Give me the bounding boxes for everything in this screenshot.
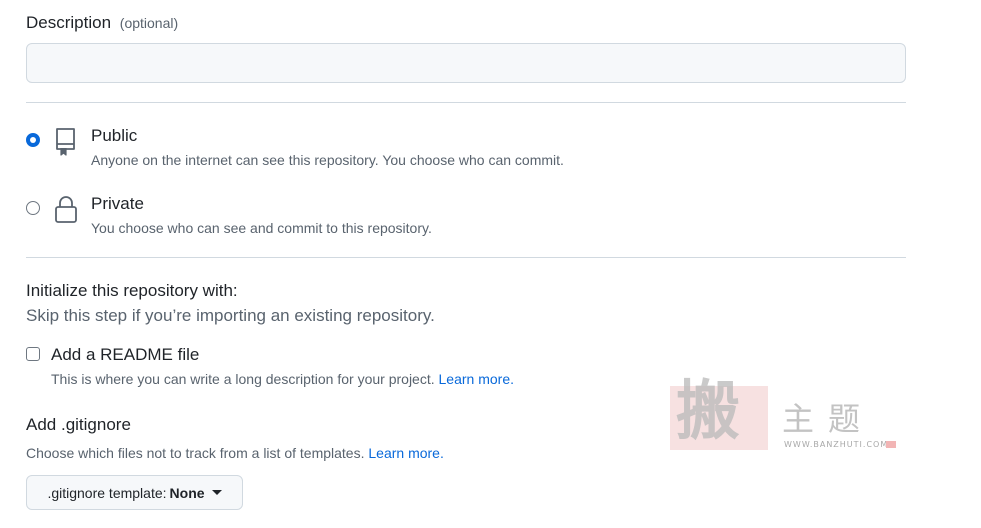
- description-label-text: Description: [26, 13, 112, 32]
- description-label: Description (optional): [26, 13, 178, 33]
- repo-icon: [53, 126, 79, 156]
- public-radio[interactable]: [26, 133, 40, 147]
- readme-learn-more-link[interactable]: Learn more.: [439, 371, 514, 387]
- gitignore-description-text: Choose which files not to track from a l…: [26, 445, 365, 461]
- watermark-glyph: 搬: [676, 374, 740, 449]
- initialize-subtitle: Skip this step if you’re importing an ex…: [26, 306, 435, 325]
- private-title: Private: [91, 194, 144, 213]
- readme-checkbox[interactable]: [26, 347, 40, 361]
- divider-middle: [26, 257, 906, 258]
- divider-top: [26, 102, 906, 103]
- public-description: Anyone on the internet can see this repo…: [91, 152, 564, 168]
- caret-down-icon: [211, 490, 222, 495]
- readme-description: This is where you can write a long descr…: [51, 371, 514, 387]
- description-optional-hint: (optional): [119, 15, 179, 31]
- private-radio[interactable]: [26, 201, 40, 215]
- readme-description-text: This is where you can write a long descr…: [51, 371, 435, 387]
- watermark-text: 主题: [782, 400, 875, 438]
- lock-icon: [53, 194, 79, 224]
- public-title: Public: [91, 126, 138, 145]
- gitignore-description: Choose which files not to track from a l…: [26, 445, 444, 461]
- watermark-url: WWW.BANZHUTI.COM: [784, 440, 889, 449]
- gitignore-select-value: None: [169, 484, 205, 501]
- gitignore-template-select[interactable]: .gitignore template: None: [26, 475, 243, 510]
- initialize-title: Initialize this repository with:: [26, 281, 238, 300]
- gitignore-learn-more-link[interactable]: Learn more.: [368, 445, 443, 461]
- gitignore-title: Add .gitignore: [26, 415, 131, 434]
- description-input[interactable]: [26, 43, 906, 83]
- gitignore-select-label: .gitignore template:: [47, 484, 167, 501]
- readme-label: Add a README file: [51, 345, 200, 364]
- private-description: You choose who can see and commit to thi…: [91, 220, 432, 236]
- watermark-bar: [886, 441, 896, 448]
